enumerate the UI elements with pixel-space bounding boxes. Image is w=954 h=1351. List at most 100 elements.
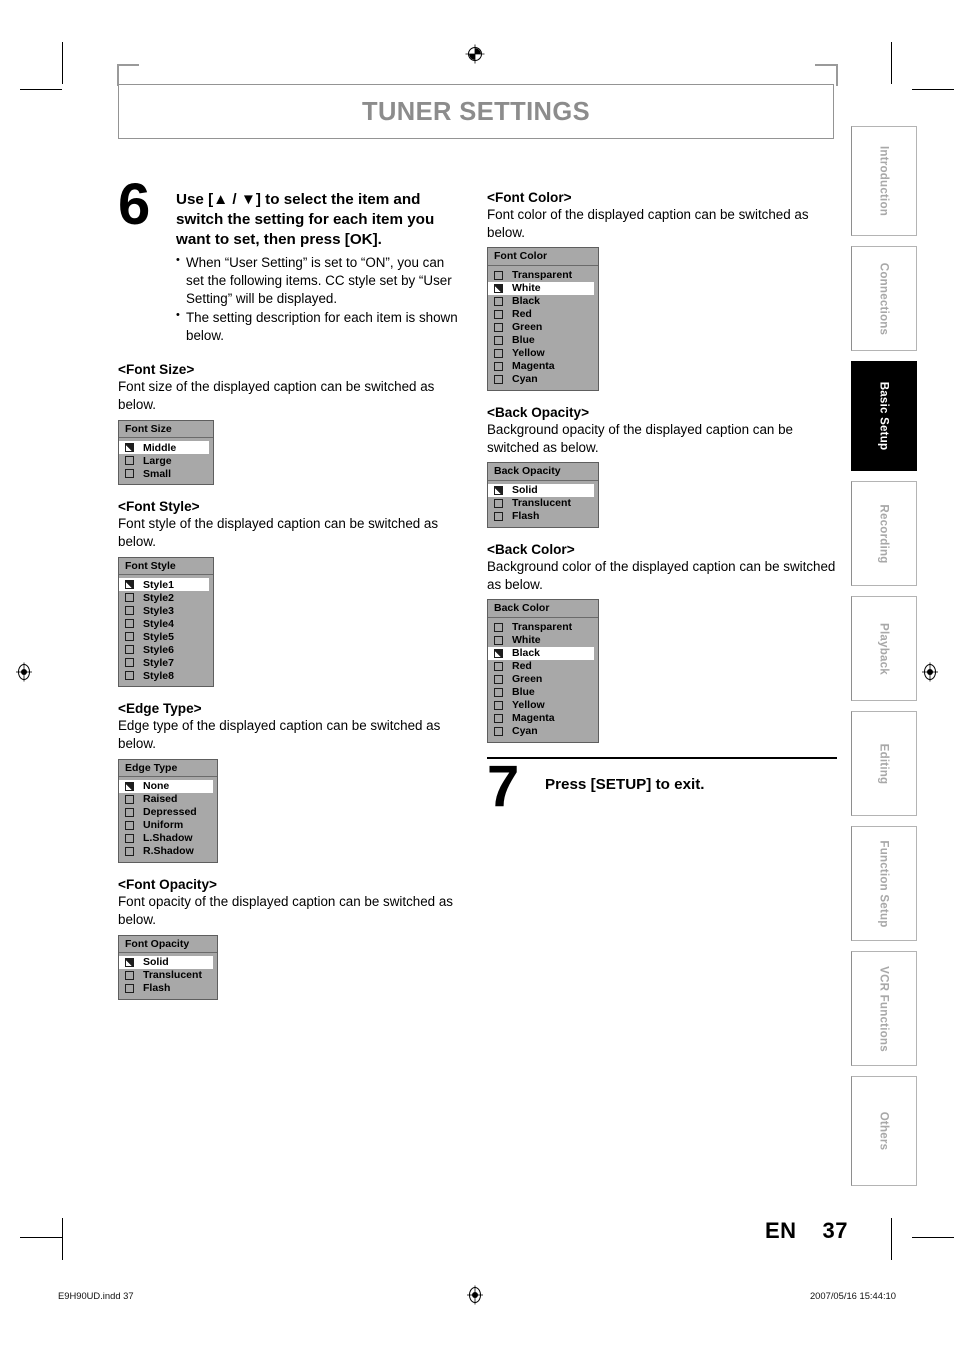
checkbox-icon[interactable] — [494, 374, 503, 384]
osd-menu-back-color[interactable]: Back Color Transparent White Black Red G… — [487, 599, 599, 743]
osd-menu-back-opacity[interactable]: Back Opacity Solid Translucent Flash — [487, 462, 599, 528]
checkbox-icon[interactable] — [125, 456, 134, 466]
checkbox-checked-icon[interactable] — [125, 958, 134, 968]
checkbox-icon[interactable] — [494, 361, 503, 371]
checkbox-icon[interactable] — [494, 661, 503, 671]
checkbox-icon[interactable] — [494, 309, 503, 319]
osd-option-row[interactable]: Large — [119, 454, 213, 467]
osd-option-row[interactable]: Magenta — [488, 712, 598, 725]
checkbox-icon[interactable] — [494, 511, 503, 521]
osd-option-row[interactable]: White — [488, 281, 594, 295]
osd-option-row[interactable]: Style4 — [119, 617, 213, 630]
osd-option-row[interactable]: L.Shadow — [119, 832, 217, 845]
checkbox-icon[interactable] — [125, 606, 134, 616]
osd-option-row[interactable]: Flash — [488, 510, 598, 523]
osd-option-row[interactable]: Uniform — [119, 819, 217, 832]
osd-option-row[interactable]: Red — [488, 660, 598, 673]
osd-option-row[interactable]: Black — [488, 295, 598, 308]
checkbox-icon[interactable] — [494, 726, 503, 736]
osd-option-row[interactable]: Style1 — [119, 578, 209, 592]
osd-option-row[interactable]: Solid — [488, 483, 594, 497]
osd-option-row[interactable]: Yellow — [488, 347, 598, 360]
checkbox-icon[interactable] — [125, 469, 134, 479]
osd-option-row[interactable]: Magenta — [488, 360, 598, 373]
sidebar-item-editing[interactable]: Editing — [851, 711, 917, 816]
osd-option-row[interactable]: Depressed — [119, 806, 217, 819]
checkbox-checked-icon[interactable] — [494, 283, 503, 293]
checkbox-icon[interactable] — [494, 348, 503, 358]
checkbox-icon[interactable] — [125, 984, 134, 994]
osd-menu-font-style[interactable]: Font Style Style1 Style2 Style3 Style4 S… — [118, 556, 214, 688]
osd-option-row[interactable]: Style7 — [119, 656, 213, 669]
osd-option-row[interactable]: Solid — [119, 956, 213, 970]
sidebar-item-vcr-functions[interactable]: VCR Functions — [851, 951, 917, 1066]
osd-option-row[interactable]: Black — [488, 646, 594, 660]
checkbox-icon[interactable] — [494, 687, 503, 697]
osd-option-row[interactable]: Blue — [488, 686, 598, 699]
checkbox-icon[interactable] — [125, 847, 134, 857]
checkbox-icon[interactable] — [125, 795, 134, 805]
checkbox-icon[interactable] — [125, 971, 134, 981]
osd-option-row[interactable]: Flash — [119, 982, 217, 995]
checkbox-icon[interactable] — [494, 322, 503, 332]
osd-menu-font-color[interactable]: Font Color Transparent White Black Red G… — [487, 247, 599, 391]
checkbox-icon[interactable] — [494, 700, 503, 710]
checkbox-checked-icon[interactable] — [125, 443, 134, 453]
osd-option-row[interactable]: Translucent — [488, 497, 598, 510]
checkbox-checked-icon[interactable] — [494, 648, 503, 658]
tab-label: Editing — [877, 743, 891, 784]
checkbox-icon[interactable] — [494, 335, 503, 345]
osd-option-row[interactable]: Cyan — [488, 725, 598, 738]
osd-option-row[interactable]: Blue — [488, 334, 598, 347]
checkbox-checked-icon[interactable] — [494, 485, 503, 495]
checkbox-icon[interactable] — [125, 834, 134, 844]
osd-menu-edge-type[interactable]: Edge Type None Raised Depressed Uniform — [118, 758, 218, 864]
osd-option-row[interactable]: Translucent — [119, 969, 217, 982]
osd-option-row[interactable]: Cyan — [488, 373, 598, 386]
osd-option-row[interactable]: Style2 — [119, 591, 213, 604]
osd-option-row[interactable]: Red — [488, 308, 598, 321]
checkbox-icon[interactable] — [125, 645, 134, 655]
osd-option-row[interactable]: White — [488, 634, 598, 647]
osd-option-row[interactable]: Style5 — [119, 630, 213, 643]
checkbox-icon[interactable] — [494, 674, 503, 684]
osd-option-row[interactable]: Green — [488, 673, 598, 686]
osd-option-row[interactable]: Middle — [119, 441, 209, 455]
osd-option-row[interactable]: Style6 — [119, 643, 213, 656]
checkbox-checked-icon[interactable] — [125, 580, 134, 590]
checkbox-checked-icon[interactable] — [125, 782, 134, 792]
osd-option-row[interactable]: Transparent — [488, 621, 598, 634]
checkbox-icon[interactable] — [125, 821, 134, 831]
sidebar-item-others[interactable]: Others — [851, 1076, 917, 1186]
checkbox-icon[interactable] — [494, 296, 503, 306]
sidebar-item-playback[interactable]: Playback — [851, 596, 917, 701]
osd-option-row[interactable]: Style8 — [119, 669, 213, 682]
sidebar-item-function-setup[interactable]: Function Setup — [851, 826, 917, 941]
osd-menu-font-size[interactable]: Font Size Middle Large Small — [118, 419, 214, 486]
osd-option-row[interactable]: Small — [119, 467, 213, 480]
osd-option-row[interactable]: None — [119, 780, 213, 794]
osd-menu-font-opacity[interactable]: Font Opacity Solid Translucent Flash — [118, 934, 218, 1001]
checkbox-icon[interactable] — [494, 498, 503, 508]
osd-option-row[interactable]: Raised — [119, 793, 217, 806]
checkbox-icon[interactable] — [125, 658, 134, 668]
checkbox-icon[interactable] — [494, 270, 503, 280]
checkbox-icon[interactable] — [125, 671, 134, 681]
sidebar-item-basic-setup[interactable]: Basic Setup — [851, 361, 917, 471]
checkbox-icon[interactable] — [494, 713, 503, 723]
checkbox-icon[interactable] — [494, 622, 503, 632]
checkbox-icon[interactable] — [125, 808, 134, 818]
checkbox-icon[interactable] — [125, 632, 134, 642]
osd-option-row[interactable]: Yellow — [488, 699, 598, 712]
sidebar-item-connections[interactable]: Connections — [851, 246, 917, 351]
osd-option-row[interactable]: R.Shadow — [119, 845, 217, 858]
checkbox-icon[interactable] — [125, 593, 134, 603]
checkbox-icon[interactable] — [494, 635, 503, 645]
sidebar-item-introduction[interactable]: Introduction — [851, 126, 917, 236]
osd-option-row[interactable]: Green — [488, 321, 598, 334]
sidebar-item-recording[interactable]: Recording — [851, 481, 917, 586]
checkbox-icon[interactable] — [125, 619, 134, 629]
section-description: Edge type of the displayed caption can b… — [118, 718, 441, 751]
osd-option-row[interactable]: Style3 — [119, 604, 213, 617]
osd-option-row[interactable]: Transparent — [488, 269, 598, 282]
